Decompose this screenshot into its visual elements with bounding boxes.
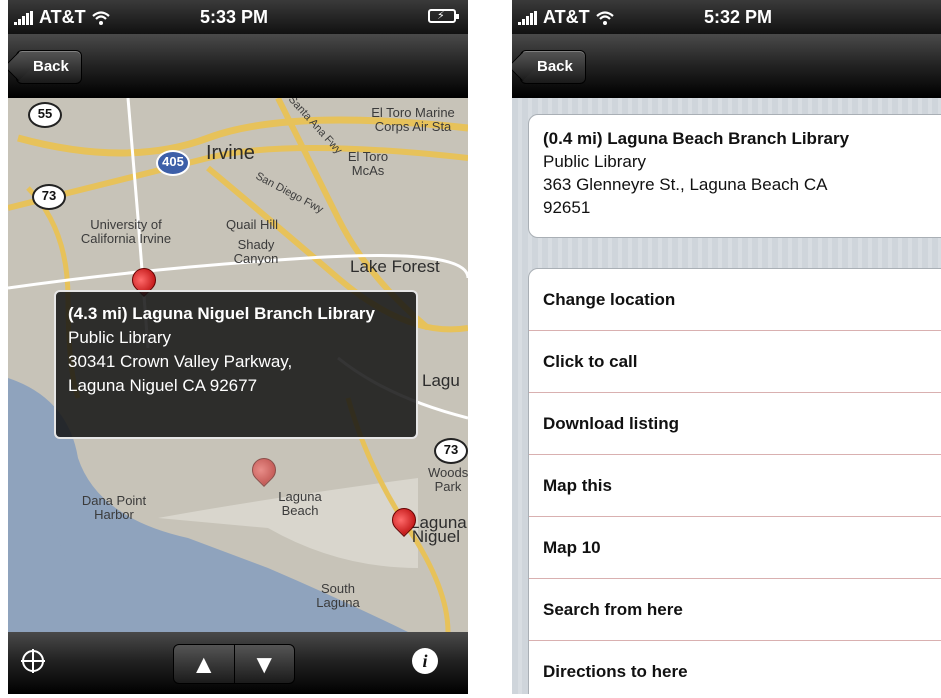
map-screen: AT&T 5:33 PM ⚡ Back 55 405 73 73 Irvine [8, 0, 468, 694]
nav-bar: Back [512, 34, 941, 98]
map-10-item[interactable]: Map 10 [529, 517, 941, 579]
callout-type: Public Library [68, 328, 171, 347]
route-405-shield: 405 [156, 150, 190, 176]
nav-bar: Back [8, 34, 468, 98]
prev-next-segment: ▲ ▼ [173, 644, 295, 684]
info-icon[interactable]: i [412, 648, 438, 674]
carrier-label: AT&T [39, 7, 86, 27]
back-button[interactable]: Back [520, 50, 586, 84]
map-label-laguna-woods: Woods Park [428, 465, 468, 494]
library-address-line1: 363 Glenneyre St., Laguna Beach CA [543, 175, 828, 194]
download-listing-item[interactable]: Download listing [529, 393, 941, 455]
previous-arrow-button[interactable]: ▲ [174, 645, 234, 683]
library-title: (0.4 mi) Laguna Beach Branch Library [543, 129, 850, 148]
map-label-el-toro-mcas: El Toro McAs [347, 149, 389, 178]
back-button[interactable]: Back [16, 50, 82, 84]
route-73-shield: 73 [32, 184, 66, 210]
map-label-el-toro-marine: El Toro Marine Corps Air Sta [371, 105, 455, 134]
directions-to-here-item[interactable]: Directions to here [529, 641, 941, 694]
route-73-shield: 73 [434, 438, 468, 464]
wifi-icon [595, 10, 614, 25]
map-label-lake-forest: Lake Forest [350, 257, 440, 276]
map-toolbar: ▲ ▼ i [8, 632, 468, 694]
map-this-item[interactable]: Map this [529, 455, 941, 517]
callout-address-line1: 30341 Crown Valley Parkway, [68, 352, 293, 371]
map-label-dana-point: Dana Point Harbor [81, 493, 147, 522]
click-to-call-item[interactable]: Click to call [529, 331, 941, 393]
map-label-laguna-niguel: Laguna Niguel [410, 513, 467, 546]
detail-screen: AT&T 5:32 PM Back (0.4 mi) Laguna Beach … [512, 0, 941, 694]
library-address-line2: 92651 [543, 198, 591, 217]
callout-title: (4.3 mi) Laguna Niguel Branch Library [68, 304, 376, 323]
map-label-university: University of California Irvine [80, 217, 172, 246]
next-arrow-button[interactable]: ▼ [233, 645, 295, 683]
map-label-quail-hill: Quail Hill [226, 217, 279, 232]
status-bar: AT&T 5:33 PM ⚡ [8, 0, 468, 34]
battery-icon: ⚡ [428, 9, 459, 23]
signal-icon [14, 10, 33, 25]
map-label-lagu: Lagu [422, 371, 460, 390]
library-callout[interactable]: (4.3 mi) Laguna Niguel Branch Library Pu… [54, 290, 418, 439]
callout-address-line2: Laguna Niguel CA 92677 [68, 376, 258, 395]
map-view[interactable]: 55 405 73 73 Irvine El Toro Marine Corps… [8, 98, 468, 632]
wifi-icon [91, 10, 110, 25]
library-type: Public Library [543, 152, 646, 171]
clock: 5:32 PM [704, 7, 773, 27]
carrier-label: AT&T [543, 7, 590, 27]
action-list: Change location Click to call Download l… [528, 268, 941, 694]
map-label-laguna-beach: Laguna Beach [278, 489, 322, 518]
map-label-south-laguna: South Laguna [316, 581, 360, 610]
status-bar: AT&T 5:32 PM [512, 0, 941, 34]
clock: 5:33 PM [200, 7, 269, 27]
signal-icon [518, 10, 537, 25]
locate-icon[interactable] [21, 649, 45, 673]
library-info-card: (0.4 mi) Laguna Beach Branch Library Pub… [528, 114, 941, 238]
map-label-shady-canyon: Shady Canyon [233, 237, 279, 266]
route-55-shield: 55 [28, 102, 62, 128]
map-label-irvine: Irvine [206, 142, 255, 164]
search-from-here-item[interactable]: Search from here [529, 579, 941, 641]
change-location-item[interactable]: Change location [529, 269, 941, 331]
